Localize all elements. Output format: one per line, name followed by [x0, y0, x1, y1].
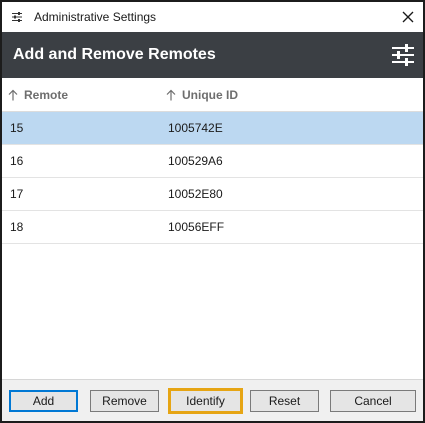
- sliders-icon: [392, 44, 414, 66]
- arrow-up-icon: [8, 89, 18, 100]
- table-row[interactable]: 15 1005742E: [2, 112, 423, 145]
- cell-unique-id: 1005742E: [168, 121, 223, 135]
- cell-remote: 18: [10, 220, 24, 234]
- button-bar: Add Remove Identify Reset Cancel: [2, 379, 423, 421]
- column-label-unique-id: Unique ID: [182, 87, 238, 102]
- table-row[interactable]: 18 10056EFF: [2, 211, 423, 244]
- close-button[interactable]: [393, 2, 423, 32]
- remotes-table: 15 1005742E 16 100529A6 17 10052E80 18 1…: [2, 112, 423, 244]
- add-button[interactable]: Add: [9, 390, 78, 412]
- admin-settings-window: Administrative Settings Add and Remove R…: [0, 0, 425, 423]
- close-icon: [402, 11, 414, 23]
- table-row[interactable]: 17 10052E80: [2, 178, 423, 211]
- reset-button[interactable]: Reset: [250, 390, 319, 412]
- arrow-up-icon: [166, 89, 176, 100]
- column-header-remote[interactable]: Remote: [8, 78, 68, 111]
- page-title: Add and Remove Remotes: [13, 46, 216, 63]
- cell-remote: 15: [10, 121, 24, 135]
- cancel-button[interactable]: Cancel: [330, 390, 416, 412]
- cell-remote: 17: [10, 187, 24, 201]
- remove-button[interactable]: Remove: [90, 390, 159, 412]
- window-title: Administrative Settings: [34, 10, 157, 24]
- table-header: Remote Unique ID: [2, 78, 423, 112]
- identify-button[interactable]: Identify: [168, 388, 243, 414]
- cell-remote: 16: [10, 154, 24, 168]
- table-row[interactable]: 16 100529A6: [2, 145, 423, 178]
- page-header: Add and Remove Remotes: [2, 32, 423, 78]
- title-bar: Administrative Settings: [2, 2, 423, 32]
- column-label-remote: Remote: [24, 87, 69, 102]
- column-header-unique-id[interactable]: Unique ID: [166, 78, 238, 111]
- settings-button[interactable]: [390, 42, 416, 68]
- cell-unique-id: 10056EFF: [168, 220, 225, 234]
- cell-unique-id: 10052E80: [168, 187, 223, 201]
- sliders-icon: [11, 10, 25, 24]
- cell-unique-id: 100529A6: [168, 154, 223, 168]
